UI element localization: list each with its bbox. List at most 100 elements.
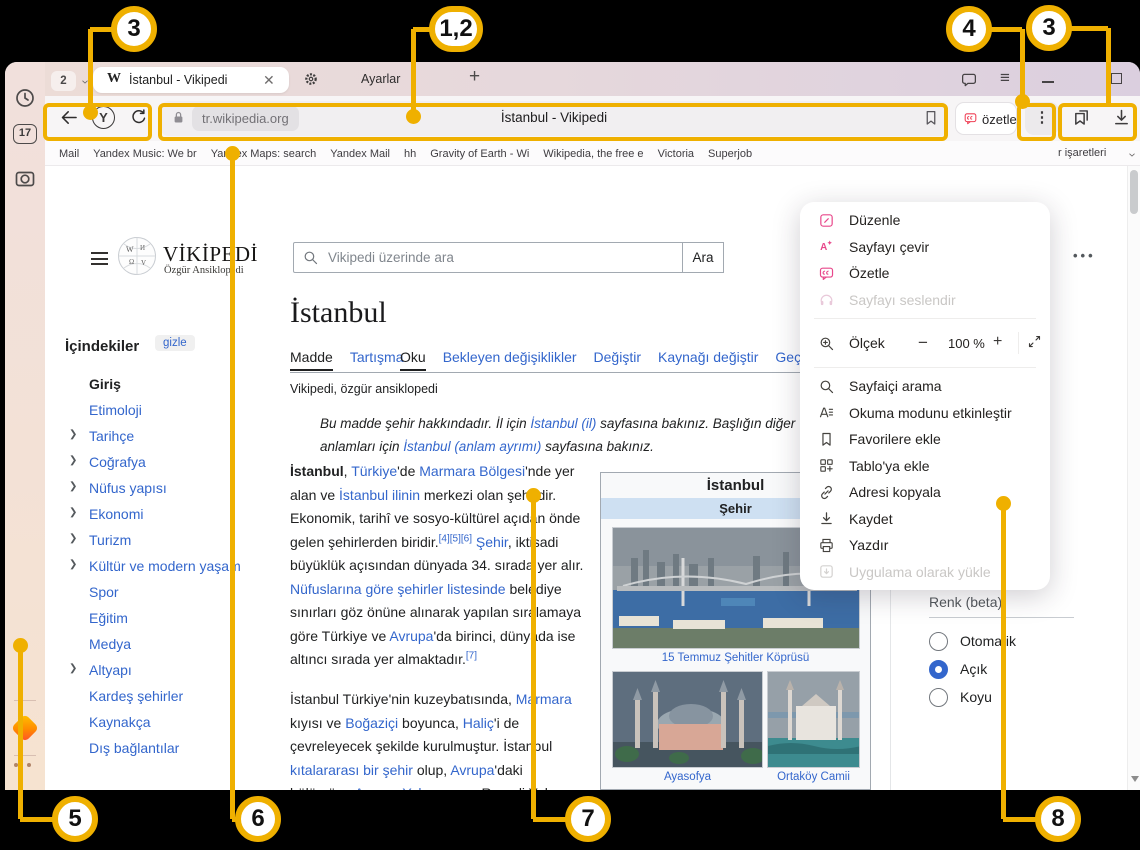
- wikipedia-logo[interactable]: W И Ω V: [117, 236, 157, 276]
- toc-item[interactable]: Kardeş şehirler: [65, 686, 295, 712]
- toc-item[interactable]: ❯ Kültür ve modern yaşam: [65, 556, 295, 582]
- chevron-right-icon[interactable]: ❯: [69, 507, 81, 518]
- toc-item[interactable]: Spor: [65, 582, 295, 608]
- toc-item[interactable]: Etimoloji: [65, 400, 295, 426]
- bookmark-item[interactable]: Wikipedia, the free e: [543, 148, 643, 160]
- bookmark-item[interactable]: Victoria: [658, 148, 694, 160]
- wiki-link[interactable]: [6]: [461, 533, 472, 544]
- bookmarks-overflow[interactable]: r işaretleri: [1058, 147, 1106, 159]
- wiki-link[interactable]: Haliç: [463, 715, 494, 731]
- toc-link[interactable]: Turizm: [89, 532, 131, 548]
- bookmark-item[interactable]: hh: [404, 148, 416, 160]
- chevron-right-icon[interactable]: ❯: [69, 455, 81, 466]
- toc-link[interactable]: Eğitim: [89, 610, 128, 626]
- wiki-link[interactable]: [5]: [450, 533, 461, 544]
- tab-istanbul[interactable]: W İstanbul - Vikipedi ✕: [93, 67, 289, 93]
- zoom-out-button[interactable]: −: [918, 333, 928, 353]
- toc-item[interactable]: Dış bağlantılar: [65, 738, 295, 764]
- menu-item[interactable]: Kaydet: [800, 506, 1050, 533]
- menu-item[interactable]: Adresi kopyala: [800, 479, 1050, 506]
- menu-item[interactable]: Özetle: [800, 260, 1050, 287]
- toc-item[interactable]: ❯ Nüfus yapısı: [65, 478, 295, 504]
- toc-link[interactable]: Kardeş şehirler: [89, 688, 183, 704]
- wiki-link[interactable]: İstanbul (il): [530, 416, 596, 431]
- tab-settings[interactable]: Ayarlar: [361, 72, 400, 86]
- bookmark-item[interactable]: Superjob: [708, 148, 752, 160]
- menu-item[interactable]: Favorilere ekle: [800, 426, 1050, 453]
- wiki-link[interactable]: Avrupa Yakası: [355, 785, 445, 790]
- chevron-right-icon[interactable]: ❯: [69, 533, 81, 544]
- toc-link[interactable]: Nüfus yapısı: [89, 480, 167, 496]
- chevron-down-icon[interactable]: [1127, 150, 1137, 160]
- toc-link[interactable]: Tarihçe: [89, 428, 134, 444]
- wiki-search-input[interactable]: Vikipedi üzerinde ara: [293, 242, 683, 273]
- toc-link[interactable]: Kaynakça: [89, 714, 150, 730]
- wiki-link[interactable]: Avrupa: [389, 628, 433, 644]
- history-icon[interactable]: [13, 86, 37, 110]
- scrollbar[interactable]: [1127, 166, 1140, 790]
- toc-item[interactable]: Eğitim: [65, 608, 295, 634]
- tab-counter[interactable]: 2: [51, 71, 76, 91]
- toc-link[interactable]: Ekonomi: [89, 506, 143, 522]
- radio-unchecked-icon[interactable]: [929, 632, 948, 651]
- bookmark-item[interactable]: Yandex Music: We br: [93, 148, 197, 160]
- chevron-right-icon[interactable]: ❯: [69, 559, 81, 570]
- wiki-link[interactable]: Avrupa: [450, 762, 494, 778]
- scrollbar-down-arrow[interactable]: [1131, 776, 1139, 782]
- article-tab[interactable]: Kaynağı değiştir: [658, 349, 758, 371]
- wiki-link[interactable]: Marmara: [516, 691, 572, 707]
- more-options-icon[interactable]: •••: [1073, 248, 1096, 263]
- caption-link[interactable]: 15 Temmuz Şehitler Köprüsü: [601, 652, 870, 664]
- menu-item[interactable]: Düzenle: [800, 207, 1050, 234]
- chevron-right-icon[interactable]: ❯: [69, 663, 81, 674]
- menu-item[interactable]: Sayfaiçi arama: [800, 373, 1050, 400]
- yandex-browser-icon[interactable]: [11, 714, 39, 742]
- search-button[interactable]: Ara: [682, 242, 724, 273]
- wiki-link[interactable]: Şehir: [476, 534, 508, 550]
- article-tab[interactable]: Oku: [400, 349, 426, 371]
- article-tab[interactable]: Tartışma: [350, 349, 404, 371]
- article-tab[interactable]: Madde: [290, 349, 333, 371]
- close-tab-icon[interactable]: ✕: [263, 72, 275, 89]
- wiki-link[interactable]: [4]: [439, 533, 450, 544]
- wiki-link[interactable]: Marmara Bölgesi: [419, 463, 525, 479]
- wiki-link[interactable]: Türkiye: [351, 463, 397, 479]
- chevron-right-icon[interactable]: ❯: [69, 429, 81, 440]
- photo-ortakoy[interactable]: [767, 671, 860, 768]
- wiki-link[interactable]: İstanbul (anlam ayrımı): [403, 439, 541, 454]
- fullscreen-icon[interactable]: [1027, 334, 1042, 349]
- wiki-link[interactable]: İstanbul ilinin: [339, 487, 420, 503]
- dialog-icon[interactable]: [960, 71, 978, 89]
- bookmark-item[interactable]: Gravity of Earth - Wi: [430, 148, 529, 160]
- toc-link[interactable]: Kültür ve modern yaşam: [89, 558, 241, 574]
- toc-item[interactable]: ❯ Ekonomi: [65, 504, 295, 530]
- toc-hide-button[interactable]: gizle: [155, 335, 195, 351]
- menu-item[interactable]: Tablo'ya ekle: [800, 453, 1050, 480]
- bookmark-item[interactable]: Yandex Mail: [330, 148, 390, 160]
- caption-link[interactable]: Ayasofya: [612, 771, 763, 783]
- radio-unchecked-icon[interactable]: [929, 688, 948, 707]
- wiki-link[interactable]: Boğaziçi: [345, 715, 398, 731]
- caption-link[interactable]: Ortaköy Camii: [761, 771, 866, 783]
- menu-item[interactable]: Sayfayı çevir: [800, 234, 1050, 261]
- new-tab-button[interactable]: +: [469, 66, 480, 88]
- screenshot-icon[interactable]: [13, 166, 37, 190]
- minimize-button[interactable]: [1042, 81, 1054, 83]
- menu-item[interactable]: Yazdır: [800, 532, 1050, 559]
- hamburger-icon[interactable]: ≡: [1000, 68, 1010, 88]
- zoom-in-button[interactable]: +: [993, 333, 1002, 351]
- toc-item[interactable]: ❯ Turizm: [65, 530, 295, 556]
- chevron-right-icon[interactable]: ❯: [69, 481, 81, 492]
- wiki-link[interactable]: Nüfuslarına göre şehirler listesinde: [290, 581, 506, 597]
- wiki-wordmark[interactable]: VİKİPEDİ: [163, 242, 258, 267]
- tab-count-badge[interactable]: 17: [13, 124, 37, 144]
- article-tab[interactable]: Bekleyen değişiklikler: [443, 349, 577, 371]
- wiki-link[interactable]: [7]: [466, 650, 477, 661]
- article-tab[interactable]: Değiştir: [594, 349, 641, 371]
- gear-icon[interactable]: [303, 71, 319, 87]
- wiki-link[interactable]: kıtalararası bir şehir: [290, 762, 413, 778]
- toc-item[interactable]: Kaynakça: [65, 712, 295, 738]
- summarize-button[interactable]: özetle: [955, 102, 1017, 135]
- toc-item[interactable]: ❯Coğrafya: [65, 452, 295, 478]
- wiki-menu-icon[interactable]: [91, 252, 108, 265]
